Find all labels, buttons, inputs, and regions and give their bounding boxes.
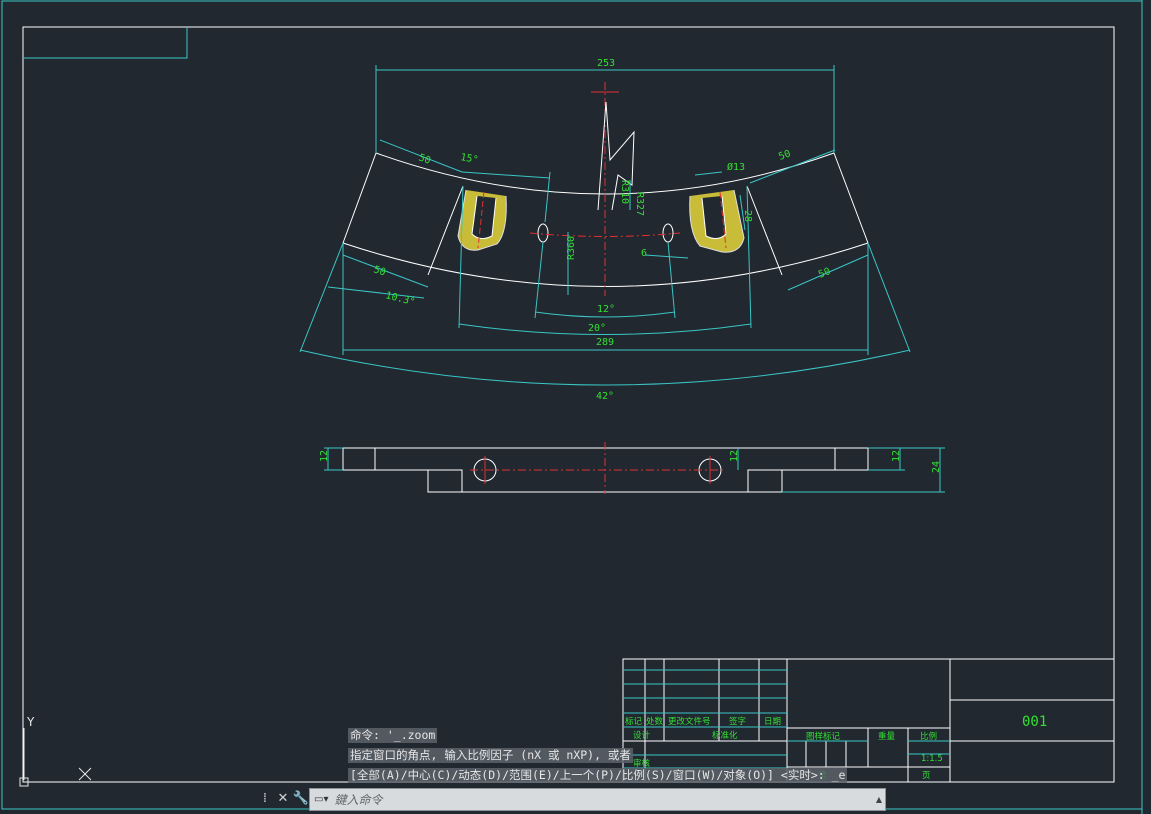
ucs-icon [19, 728, 92, 787]
close-icon[interactable]: ✕ [274, 788, 292, 810]
command-prompt-icon[interactable]: ▭▾ [314, 794, 328, 805]
dim-50-tl: 50 [417, 152, 432, 166]
drawing-canvas[interactable]: 253 50 15° Ø13 50 R310 R327 28 R360 6 50… [0, 0, 1151, 814]
dim-50-mr: 50 [817, 266, 832, 281]
dim-r327: R327 [634, 192, 645, 216]
dim-253: 253 [597, 58, 615, 69]
dim-r310: R310 [619, 180, 630, 204]
tb-mark: 标记 [625, 716, 643, 727]
command-input-wrapper: ▭▾ ▲ [309, 788, 886, 811]
dim-20deg: 20° [588, 323, 606, 334]
tb-standard: 标准化 [712, 730, 738, 741]
command-history-line-3: [全部(A)/中心(C)/动态(D)/范围(E)/上一个(P)/比例(S)/窗口… [348, 768, 848, 783]
command-input[interactable] [332, 791, 837, 808]
grip-handle-icon[interactable]: ⁞ [256, 788, 274, 810]
ucs-y-label: Y [26, 715, 35, 729]
tb-change-doc: 更改文件号 [668, 716, 711, 727]
command-bar: ⁞ ✕ 🔧 ▭▾ ▲ [256, 787, 886, 811]
dim-side-12-right: 12 [891, 450, 902, 462]
dim-28: 28 [742, 210, 753, 222]
dim-r360: R360 [566, 236, 577, 260]
command-history-line-2: 指定窗口的角点, 输入比例因子 (nX 或 nXP), 或者 [348, 748, 633, 763]
dim-10-3deg: 10.3° [384, 290, 416, 308]
tb-scale-value: 1:1.5 [921, 754, 943, 764]
viewport-border [1, 0, 1143, 810]
tb-weight: 重量 [878, 731, 896, 742]
dim-side-24: 24 [931, 461, 942, 473]
command-history-line-1: 命令: '_.zoom [348, 728, 438, 743]
wrench-icon[interactable]: 🔧 [292, 788, 310, 810]
dim-side-12-left: 12 [319, 450, 330, 462]
dim-side-12-mid: 12 [729, 450, 740, 462]
side-centerlines [470, 442, 725, 494]
dim-289: 289 [596, 337, 614, 348]
corner-stamp-box [23, 27, 188, 59]
scroll-up-icon[interactable]: ▲ [876, 795, 882, 804]
dim-phi13: Ø13 [727, 161, 745, 173]
tb-scale-label: 比例 [920, 731, 937, 742]
tb-count: 处数 [646, 716, 664, 727]
tb-sign: 签字 [729, 716, 746, 727]
dim-15deg: 15° [459, 152, 479, 166]
dim-6: 6 [641, 248, 647, 259]
dim-42deg: 42° [596, 391, 614, 402]
tb-page-label: 页 [922, 771, 931, 781]
dim-50-ml: 50 [372, 264, 387, 278]
dim-12deg: 12° [597, 304, 615, 315]
tb-design: 设计 [633, 730, 651, 741]
dim-50-tr: 50 [777, 148, 792, 162]
tb-stage: 图样标记 [806, 731, 841, 742]
tb-date: 日期 [764, 717, 781, 727]
top-view [342, 82, 869, 296]
tb-drawing-number: 001 [1022, 714, 1047, 730]
